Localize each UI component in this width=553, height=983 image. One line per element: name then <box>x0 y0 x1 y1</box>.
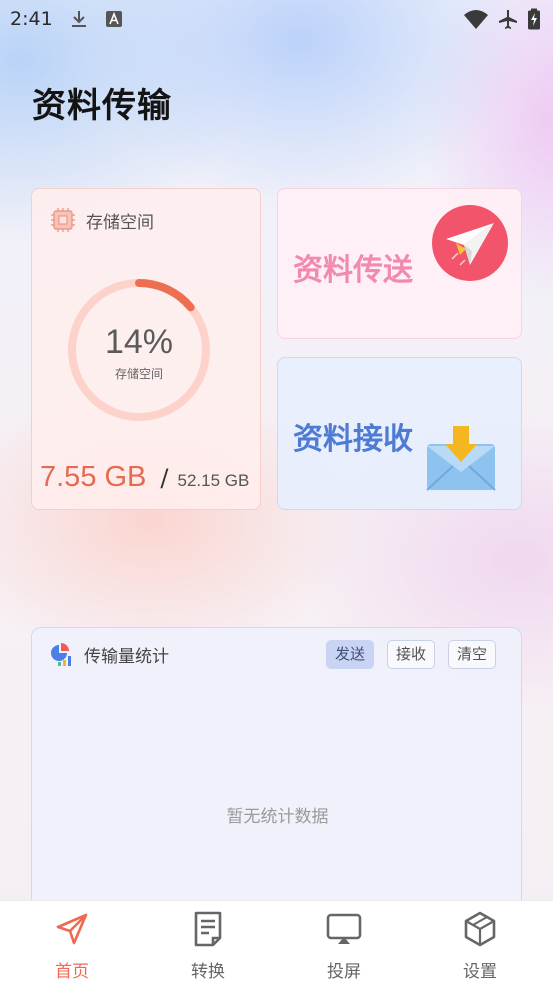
stats-chart-icon <box>51 642 71 666</box>
storage-separator: / <box>160 464 169 492</box>
nav-home-label: 首页 <box>55 962 89 982</box>
page-title: 资料传输 <box>32 86 172 126</box>
nav-convert[interactable]: 转换 <box>163 901 253 983</box>
stats-card: 传输量统计 发送 接收 清空 暂无统计数据 <box>31 627 522 927</box>
cube-settings-icon <box>464 911 496 947</box>
filter-send-button[interactable]: 发送 <box>326 640 375 669</box>
chip-icon <box>51 208 75 232</box>
storage-ring: 14% 存储空间 <box>64 275 214 425</box>
mail-download-icon <box>426 426 496 491</box>
status-bar: 2:41 <box>0 0 553 40</box>
receive-card[interactable]: 资料接收 <box>277 357 522 510</box>
bottom-nav: 首页 转换 投屏 设置 <box>0 900 553 983</box>
storage-used: 7.55 GB <box>40 461 147 493</box>
nav-settings-label: 设置 <box>463 962 497 982</box>
storage-card[interactable]: 存储空间 14% 存储空间 7.55 GB / 52.15 GB <box>31 188 261 510</box>
font-app-icon <box>106 11 122 27</box>
stats-empty-text: 暂无统计数据 <box>226 807 329 827</box>
paper-plane-icon <box>432 205 508 281</box>
airplane-mode-icon <box>499 10 517 29</box>
send-label: 资料传送 <box>293 253 413 288</box>
nav-screencast-label: 投屏 <box>327 962 361 982</box>
nav-settings[interactable]: 设置 <box>435 901 525 983</box>
filter-clear-button[interactable]: 清空 <box>448 640 497 669</box>
send-arrow-icon <box>56 913 88 945</box>
ring-caption: 存储空间 <box>114 367 163 381</box>
send-card[interactable]: 资料传送 <box>277 188 522 339</box>
battery-charging-icon <box>528 8 540 30</box>
storage-values: 7.55 GB / 52.15 GB <box>40 461 249 494</box>
nav-screencast[interactable]: 投屏 <box>299 901 389 983</box>
stats-title: 传输量统计 <box>84 647 169 667</box>
stats-header: 传输量统计 <box>50 642 169 667</box>
document-icon <box>194 911 222 947</box>
storage-header: 存储空间 <box>50 207 154 233</box>
filter-receive-button[interactable]: 接收 <box>387 640 436 669</box>
storage-percent: 14% <box>104 323 174 361</box>
storage-label: 存储空间 <box>86 212 154 233</box>
storage-total: 52.15 GB <box>177 471 250 490</box>
status-time: 2:41 <box>10 8 53 30</box>
screen-cast-icon <box>326 913 362 944</box>
nav-home[interactable]: 首页 <box>27 901 117 983</box>
nav-convert-label: 转换 <box>191 962 225 982</box>
download-icon <box>72 11 86 27</box>
wifi-icon <box>464 10 488 29</box>
receive-label: 资料接收 <box>293 422 413 457</box>
